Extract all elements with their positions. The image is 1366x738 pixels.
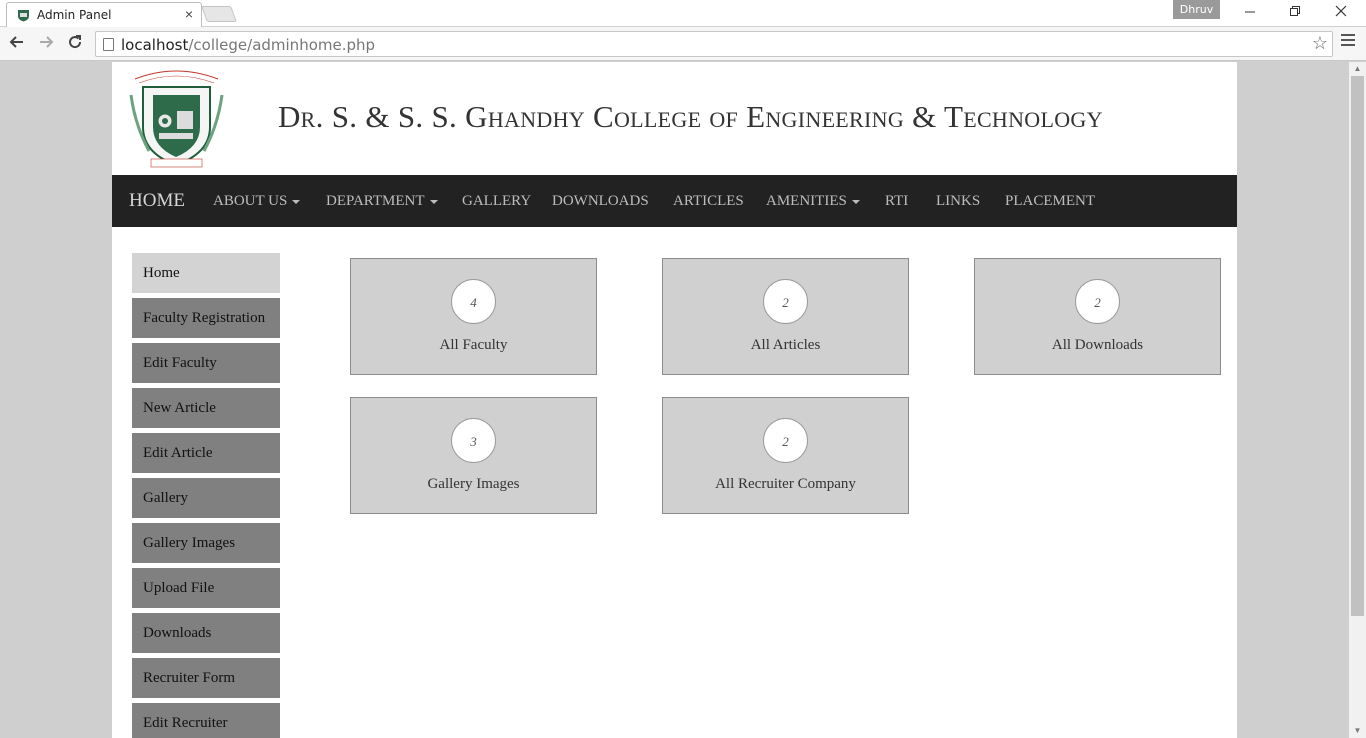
bookmark-star-icon[interactable]: ☆	[1312, 33, 1328, 54]
college-favicon-icon	[18, 10, 29, 22]
page-icon	[103, 38, 114, 51]
close-window-icon[interactable]	[1331, 3, 1351, 21]
tab-close-icon[interactable]: ×	[185, 6, 193, 22]
sidebar-item-edit-article[interactable]: Edit Article	[132, 433, 280, 473]
page-container: Dr. S. & S. S. Ghandhy College of Engine…	[112, 62, 1237, 738]
browser-menu-icon[interactable]	[1341, 34, 1355, 49]
browser-toolbar: localhost/college/adminhome.php ☆	[0, 27, 1366, 61]
count-badge: 2	[763, 418, 808, 463]
profile-button[interactable]: Dhruv	[1173, 0, 1220, 19]
scroll-down-icon[interactable]: ▼	[1349, 724, 1366, 738]
scroll-up-icon[interactable]: ▲	[1349, 62, 1366, 76]
new-tab-button[interactable]	[201, 6, 237, 22]
browser-tab[interactable]: Admin Panel ×	[6, 2, 202, 27]
scrollbar-thumb[interactable]	[1351, 76, 1364, 616]
college-name: Dr. S. & S. S. Ghandhy College of Engine…	[278, 99, 1103, 134]
site-header: Dr. S. & S. S. Ghandhy College of Engine…	[112, 62, 1237, 175]
browser-tabstrip: Admin Panel × Dhruv	[0, 0, 1366, 27]
nav-about[interactable]: ABOUT US	[213, 175, 301, 227]
count-badge: 3	[451, 418, 496, 463]
stat-card-downloads[interactable]: 2 All Downloads	[974, 258, 1221, 375]
address-bar[interactable]: localhost/college/adminhome.php ☆	[95, 31, 1333, 57]
nav-home[interactable]: HOME	[129, 175, 185, 227]
forward-icon[interactable]	[35, 33, 57, 55]
count-badge: 4	[451, 279, 496, 324]
sidebar-item-new-article[interactable]: New Article	[132, 388, 280, 428]
college-logo-icon	[129, 70, 224, 168]
nav-rti[interactable]: RTI	[885, 175, 908, 227]
nav-links[interactable]: LINKS	[936, 175, 980, 227]
restore-icon[interactable]	[1285, 3, 1305, 21]
card-label: All Faculty	[439, 337, 508, 353]
stat-card-faculty[interactable]: 4 All Faculty	[350, 258, 597, 375]
card-label: All Articles	[750, 337, 821, 353]
nav-amenities[interactable]: AMENITIES	[766, 175, 860, 227]
stat-card-recruiters[interactable]: 2 All Recruiter Company	[662, 397, 909, 514]
card-label: Gallery Images	[427, 476, 520, 492]
sidebar-item-edit-faculty[interactable]: Edit Faculty	[132, 343, 280, 383]
main-navbar: HOME ABOUT US DEPARTMENT GALLERY DOWNLOA…	[112, 175, 1237, 227]
tab-title: Admin Panel	[37, 8, 112, 22]
sidebar-item-upload-file[interactable]: Upload File	[132, 568, 280, 608]
caret-down-icon	[851, 199, 860, 204]
sidebar-item-gallery[interactable]: Gallery	[132, 478, 280, 518]
stat-card-gallery-images[interactable]: 3 Gallery Images	[350, 397, 597, 514]
back-icon[interactable]	[6, 33, 28, 55]
address-url: localhost/college/adminhome.php	[121, 36, 376, 54]
nav-placement[interactable]: PLACEMENT	[1005, 175, 1095, 227]
nav-gallery[interactable]: GALLERY	[462, 175, 531, 227]
nav-downloads[interactable]: DOWNLOADS	[552, 175, 649, 227]
minimize-icon[interactable]	[1240, 3, 1260, 21]
card-label: All Downloads	[1051, 337, 1144, 353]
sidebar-item-edit-recruiter[interactable]: Edit Recruiter	[132, 703, 280, 738]
count-badge: 2	[1075, 279, 1120, 324]
sidebar-item-gallery-images[interactable]: Gallery Images	[132, 523, 280, 563]
caret-down-icon	[292, 199, 301, 204]
page-viewport: Dr. S. & S. S. Ghandhy College of Engine…	[0, 62, 1366, 738]
admin-sidebar: Home Faculty Registration Edit Faculty N…	[132, 253, 280, 738]
sidebar-item-downloads[interactable]: Downloads	[132, 613, 280, 653]
count-badge: 2	[763, 279, 808, 324]
page-scrollbar[interactable]: ▲ ▼	[1349, 62, 1366, 738]
card-label: All Recruiter Company	[715, 476, 856, 492]
sidebar-item-home[interactable]: Home	[132, 253, 280, 293]
sidebar-item-faculty-registration[interactable]: Faculty Registration	[132, 298, 280, 338]
nav-department[interactable]: DEPARTMENT	[326, 175, 438, 227]
sidebar-item-recruiter-form[interactable]: Recruiter Form	[132, 658, 280, 698]
reload-icon[interactable]	[64, 33, 86, 55]
caret-down-icon	[429, 199, 438, 204]
nav-articles[interactable]: ARTICLES	[673, 175, 744, 227]
stat-card-articles[interactable]: 2 All Articles	[662, 258, 909, 375]
